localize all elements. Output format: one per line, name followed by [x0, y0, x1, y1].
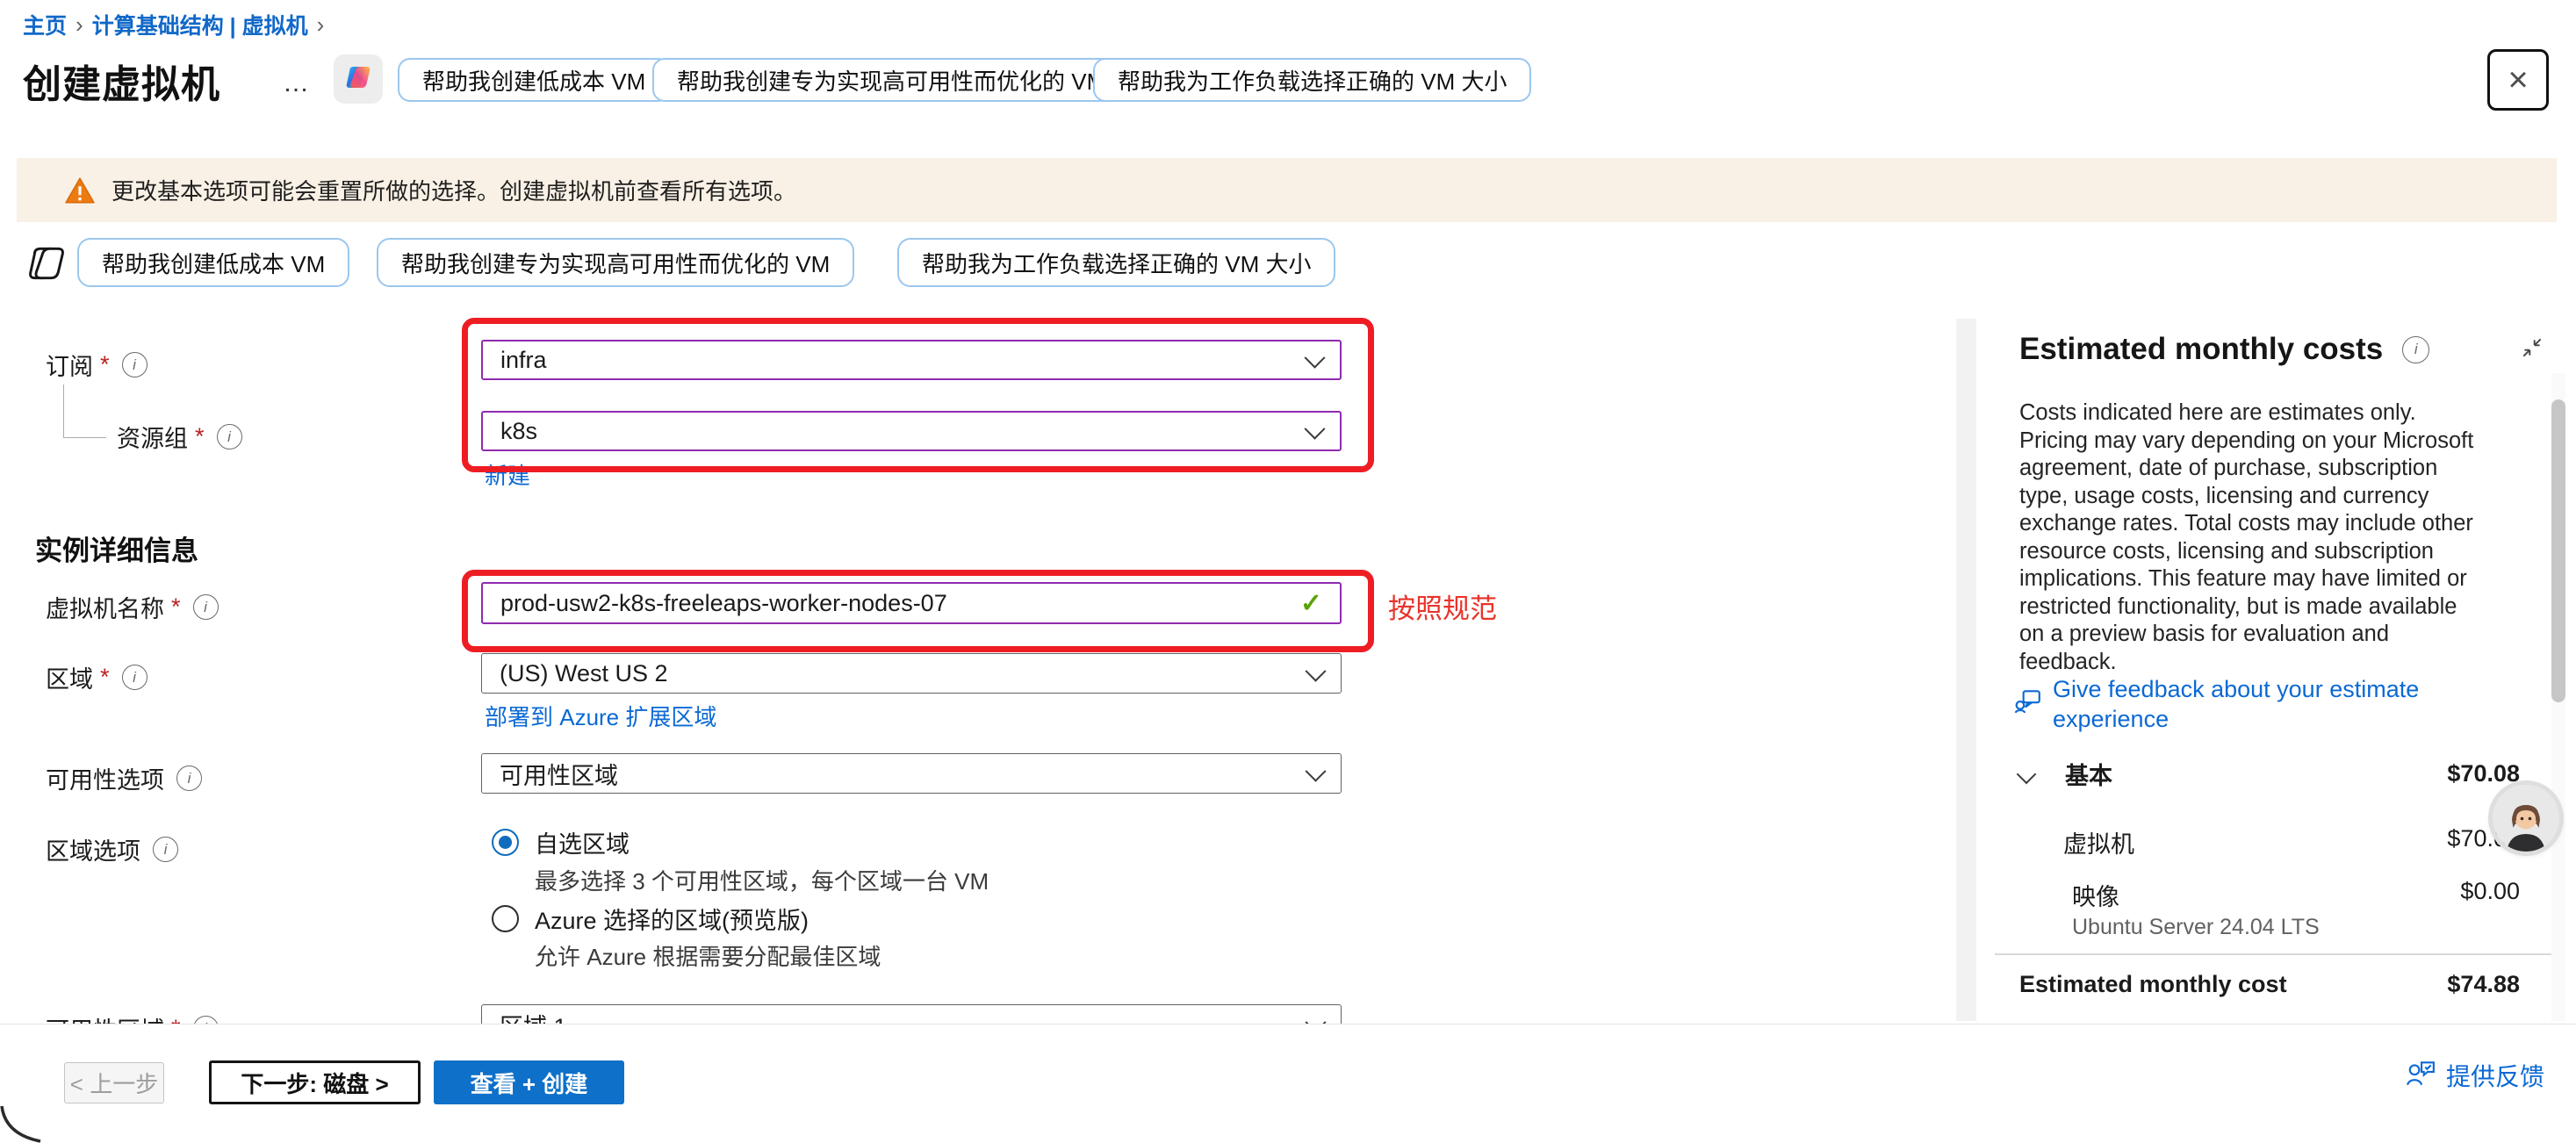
- region-label: 区域* i: [46, 660, 148, 694]
- cost-item-amount: $0.00: [2460, 878, 2520, 912]
- panel-scrollbar-thumb[interactable]: [2551, 399, 2565, 702]
- assistant-avatar[interactable]: [2493, 785, 2559, 852]
- assist-high-availability-vm-button[interactable]: 帮助我创建专为实现高可用性而优化的 VM: [377, 238, 854, 287]
- chevron-down-icon: [1305, 760, 1326, 781]
- cost-item-row: 虚拟机 $70.08: [2063, 825, 2520, 859]
- info-icon[interactable]: i: [217, 424, 242, 449]
- cost-panel-header: Estimated monthly costs i: [2019, 332, 2429, 367]
- close-icon: ×: [2508, 61, 2528, 100]
- cost-total-label: Estimated monthly cost: [2019, 971, 2287, 998]
- availability-zone-label: 可用性区域* i: [46, 1011, 219, 1024]
- collapse-panel-icon[interactable]: [2520, 335, 2544, 364]
- estimate-feedback-link[interactable]: Give feedback about your estimate experi…: [2014, 674, 2465, 734]
- availability-options-value: 可用性区域: [500, 757, 618, 791]
- zone-option-azure-select-description: 允许 Azure 根据需要分配最佳区域: [535, 939, 881, 972]
- breadcrumb-section[interactable]: 计算基础结构 | 虚拟机: [92, 9, 308, 40]
- info-icon[interactable]: i: [153, 837, 178, 862]
- availability-zone-value: 区域 1: [500, 1008, 567, 1024]
- cost-item-subtitle: Ubuntu Server 24.04 LTS: [2072, 915, 2320, 940]
- copilot-outline-icon: [25, 241, 68, 290]
- info-icon[interactable]: i: [122, 352, 148, 377]
- cost-total-row: Estimated monthly cost $74.88: [2019, 971, 2520, 998]
- valid-check-icon: ✓: [1300, 588, 1322, 619]
- info-icon[interactable]: i: [176, 766, 202, 791]
- region-dropdown[interactable]: (US) West US 2: [481, 653, 1342, 694]
- create-new-resource-group-link[interactable]: 新建: [485, 458, 530, 491]
- page-title: 创建虚拟机: [23, 53, 220, 109]
- resource-group-label: 资源组* i: [117, 420, 242, 454]
- feedback-person-icon: [2406, 1060, 2436, 1092]
- info-icon[interactable]: i: [2402, 336, 2429, 363]
- vm-name-input[interactable]: prod-usw2-k8s-freeleaps-worker-nodes-07 …: [481, 582, 1342, 624]
- cost-panel-title: Estimated monthly costs: [2019, 332, 2383, 367]
- info-icon[interactable]: i: [193, 1016, 219, 1024]
- cost-total-amount: $74.88: [2447, 971, 2520, 998]
- feedback-bubbles-icon: [2014, 687, 2042, 719]
- help-right-vm-size-button[interactable]: 帮助我为工作负载选择正确的 VM 大小: [1093, 58, 1531, 102]
- subscription-label: 订阅* i: [46, 348, 148, 382]
- breadcrumb-separator-icon: ›: [308, 11, 334, 39]
- zone-option-self-select[interactable]: 自选区域: [492, 825, 630, 859]
- create-vm-page: 主页 › 计算基础结构 | 虚拟机 › 创建虚拟机 … 帮助我创建低成本 VM: [0, 0, 2576, 1143]
- tree-connector: [63, 385, 106, 438]
- cost-item-name: 映像: [2072, 878, 2119, 912]
- assist-right-vm-size-button[interactable]: 帮助我为工作负载选择正确的 VM 大小: [897, 238, 1335, 287]
- panel-divider: [1995, 953, 2557, 955]
- cost-panel-description: Costs indicated here are estimates only.…: [2019, 399, 2479, 676]
- corner-curve-decoration: [0, 1104, 42, 1143]
- instance-details-heading: 实例详细信息: [35, 528, 198, 568]
- deploy-extended-zones-link[interactable]: 部署到 Azure 扩展区域: [485, 700, 716, 732]
- chevron-down-icon[interactable]: [2017, 764, 2037, 784]
- radio-unselected-icon[interactable]: [492, 905, 519, 932]
- clipped-form-row: 可用性区域* i 区域 1: [0, 992, 1949, 1024]
- zone-option-azure-select[interactable]: Azure 选择的区域(预览版): [492, 902, 809, 936]
- assist-low-cost-vm-button[interactable]: 帮助我创建低成本 VM: [77, 238, 349, 287]
- give-feedback-link[interactable]: 提供反馈: [2406, 1058, 2544, 1093]
- radio-selected-icon[interactable]: [492, 829, 519, 856]
- cost-item-row: 映像 $0.00: [2072, 878, 2520, 912]
- help-low-cost-vm-button[interactable]: 帮助我创建低成本 VM: [398, 58, 670, 102]
- availability-options-label: 可用性选项 i: [46, 761, 202, 795]
- cost-group-row[interactable]: 基本 $70.08: [2019, 757, 2520, 791]
- copilot-icon: [342, 61, 374, 97]
- chevron-down-icon: [1305, 1011, 1326, 1024]
- zone-options-label: 区域选项 i: [46, 832, 178, 866]
- help-high-availability-vm-button[interactable]: 帮助我创建专为实现高可用性而优化的 VM: [652, 58, 1130, 102]
- availability-options-dropdown[interactable]: 可用性区域: [481, 753, 1342, 794]
- resource-group-value: k8s: [500, 418, 537, 445]
- warning-icon: [64, 176, 96, 205]
- info-icon[interactable]: i: [193, 594, 219, 620]
- subscription-dropdown[interactable]: infra: [481, 340, 1342, 380]
- info-icon[interactable]: i: [122, 665, 148, 690]
- warning-banner-text: 更改基本选项可能会重置所做的选择。创建虚拟机前查看所有选项。: [112, 174, 796, 206]
- copilot-button[interactable]: [334, 54, 383, 104]
- close-button[interactable]: ×: [2487, 49, 2549, 111]
- zone-option-self-select-description: 最多选择 3 个可用性区域，每个区域一台 VM: [535, 864, 989, 896]
- subscription-value: infra: [500, 347, 547, 374]
- vm-name-value: prod-usw2-k8s-freeleaps-worker-nodes-07: [500, 590, 947, 617]
- review-create-button[interactable]: 查看 + 创建: [434, 1060, 624, 1104]
- chevron-down-icon: [1304, 347, 1325, 368]
- resource-group-dropdown[interactable]: k8s: [481, 411, 1342, 451]
- cost-item-name: 虚拟机: [2063, 825, 2134, 859]
- annotation-text: 按照规范: [1388, 586, 1497, 626]
- previous-button[interactable]: < 上一步: [64, 1062, 164, 1103]
- more-menu-button[interactable]: …: [283, 68, 312, 98]
- breadcrumb-separator-icon: ›: [67, 11, 92, 39]
- warning-banner: 更改基本选项可能会重置所做的选择。创建虚拟机前查看所有选项。: [17, 158, 2557, 222]
- breadcrumb: 主页 › 计算基础结构 | 虚拟机 ›: [23, 9, 333, 40]
- chevron-down-icon: [1305, 660, 1326, 681]
- form-scrollbar[interactable]: [1956, 319, 1976, 1021]
- breadcrumb-home[interactable]: 主页: [23, 9, 67, 40]
- chevron-down-icon: [1304, 418, 1325, 439]
- cost-group-amount: $70.08: [2447, 760, 2520, 787]
- next-disks-button[interactable]: 下一步: 磁盘 >: [209, 1060, 421, 1104]
- cost-group-name: 基本: [2065, 757, 2112, 791]
- region-value: (US) West US 2: [500, 660, 668, 687]
- availability-zone-dropdown[interactable]: 区域 1: [481, 1004, 1342, 1024]
- vm-name-label: 虚拟机名称* i: [46, 590, 219, 624]
